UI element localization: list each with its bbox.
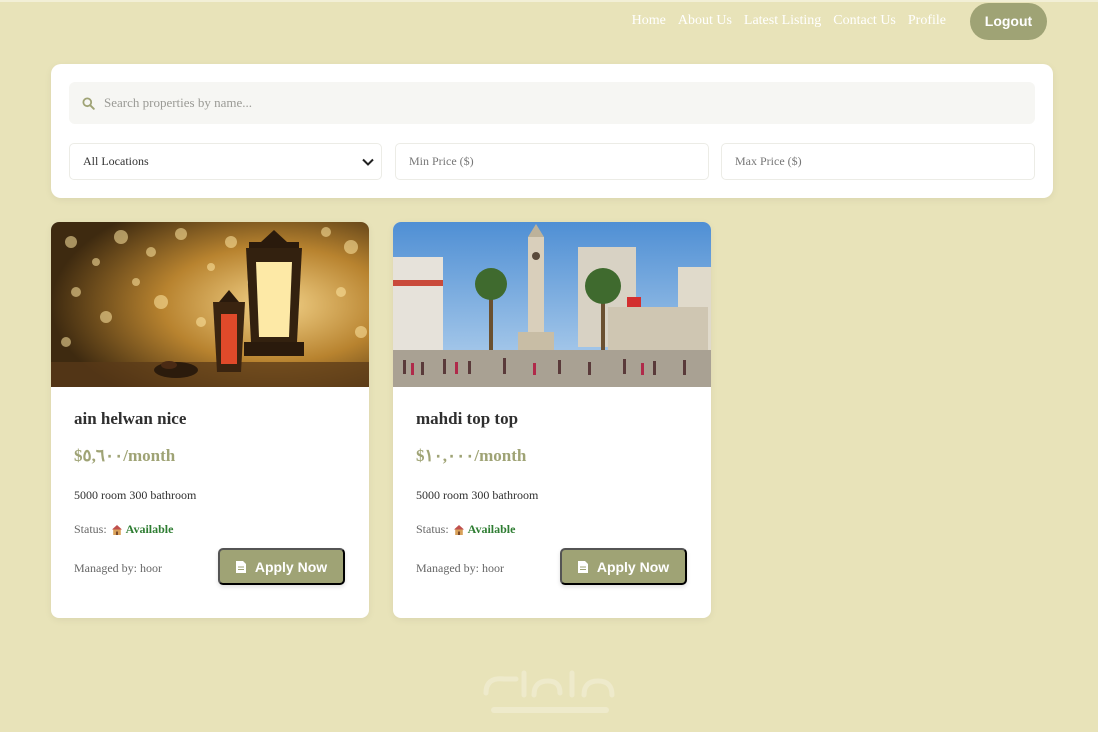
chevron-down-icon [362, 158, 374, 166]
apply-now-button[interactable]: Apply Now [560, 548, 687, 585]
property-status: Status: Available [416, 522, 515, 537]
min-price-input[interactable] [409, 154, 708, 169]
property-title: ain helwan nice [74, 409, 187, 428]
status-badge: Available [467, 522, 516, 536]
navbar: Home About Us Latest Listing Contact Us … [0, 2, 1098, 40]
status-badge: Available [125, 522, 174, 536]
nav-link-contact-us[interactable]: Contact Us [833, 13, 896, 29]
status-label: Status: [416, 522, 449, 536]
property-manager: Managed by: hoor [74, 561, 162, 575]
property-card: ain helwan nice $٥,٦٠٠/month 5000 room 3… [51, 222, 369, 618]
nav-link-about-us[interactable]: About Us [678, 13, 732, 29]
search-panel: All Locations [51, 64, 1053, 198]
apply-now-label: Apply Now [596, 558, 670, 575]
search-input[interactable] [104, 95, 1004, 111]
logout-button[interactable]: Logout [970, 2, 1047, 40]
document-icon [577, 560, 588, 573]
property-price: $٥,٦٠٠/month [74, 446, 176, 465]
property-card: mahdi top top $١٠,٠٠٠/month 5000 room 30… [393, 222, 711, 618]
max-price-input[interactable] [735, 154, 1034, 169]
nav-link-home[interactable]: Home [632, 13, 666, 29]
house-icon [453, 524, 464, 535]
nav-link-latest-listing[interactable]: Latest Listing [744, 13, 821, 29]
property-title: mahdi top top [416, 409, 519, 428]
property-manager: Managed by: hoor [416, 561, 504, 575]
property-image-lanterns [51, 222, 369, 387]
house-icon [111, 524, 122, 535]
max-price-field[interactable] [721, 143, 1035, 180]
watermark-logo [483, 670, 615, 713]
location-select-value: All Locations [83, 154, 149, 168]
document-icon [235, 560, 246, 573]
location-select[interactable]: All Locations [69, 143, 382, 180]
property-specs: 5000 room 300 bathroom [74, 488, 197, 502]
nav-links: Home About Us Latest Listing Contact Us … [632, 13, 946, 29]
search-bar[interactable] [69, 82, 1035, 124]
property-image-clock-tower-square [393, 222, 711, 387]
status-label: Status: [74, 522, 107, 536]
apply-now-button[interactable]: Apply Now [218, 548, 345, 585]
apply-now-label: Apply Now [254, 558, 328, 575]
min-price-field[interactable] [395, 143, 709, 180]
property-price: $١٠,٠٠٠/month [416, 446, 527, 465]
property-status: Status: Available [74, 522, 173, 537]
search-icon [82, 96, 95, 110]
nav-link-profile[interactable]: Profile [908, 13, 946, 29]
property-specs: 5000 room 300 bathroom [416, 488, 539, 502]
